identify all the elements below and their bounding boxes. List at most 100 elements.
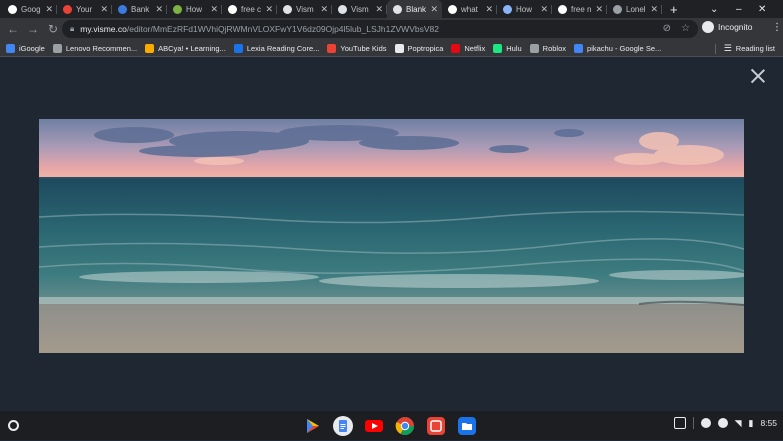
- abcya-icon: [145, 43, 155, 53]
- netflix-icon: [451, 43, 461, 53]
- visme-icon: [283, 4, 292, 14]
- google-icon: [558, 4, 567, 14]
- back-icon[interactable]: ←: [3, 22, 23, 36]
- browser-tab[interactable]: Vism ✕: [332, 0, 387, 18]
- reload-icon[interactable]: ↻: [43, 22, 63, 36]
- globe-icon: [613, 4, 622, 14]
- google-icon: [8, 4, 17, 14]
- bookmark-item[interactable]: pikachu - Google Se...: [574, 43, 662, 53]
- browser-tab[interactable]: free n ✕: [552, 0, 607, 18]
- close-tab-icon[interactable]: ✕: [430, 4, 438, 15]
- close-tab-icon[interactable]: ✕: [595, 4, 603, 15]
- browser-tab[interactable]: Goog ✕: [2, 0, 57, 18]
- chrome-icon[interactable]: [395, 416, 415, 436]
- divider: [692, 417, 694, 429]
- docs-icon[interactable]: [333, 416, 353, 436]
- close-tab-icon[interactable]: ✕: [210, 4, 218, 15]
- reading-list-button[interactable]: ☰ Reading list: [714, 40, 775, 57]
- wix-icon: [118, 4, 127, 14]
- pear-icon: [173, 4, 182, 14]
- bookmark-label: pikachu - Google Se...: [587, 43, 662, 53]
- new-tab-button[interactable]: +: [670, 2, 678, 17]
- close-tab-icon[interactable]: ✕: [45, 4, 53, 15]
- tab-title: Lonel: [626, 4, 646, 14]
- bookmarks-bar: iGoogle Lenovo Recommen... ABCya! • Learni…: [0, 40, 783, 57]
- tab-title: Bank: [131, 4, 150, 14]
- tab-title: How: [186, 4, 203, 14]
- browser-tab[interactable]: Lonel ✕: [607, 0, 662, 18]
- clipboard-icon[interactable]: [673, 417, 686, 429]
- reading-list-icon: ☰: [723, 43, 732, 53]
- bookmark-item[interactable]: iGoogle: [6, 43, 45, 53]
- bookmark-label: iGoogle: [19, 43, 45, 53]
- web-icon: [503, 4, 512, 14]
- bookmark-item[interactable]: Roblox: [529, 43, 566, 53]
- files-icon[interactable]: [457, 416, 477, 436]
- pinned-apps: [302, 416, 477, 436]
- browser-tab[interactable]: what ✕: [442, 0, 497, 18]
- battery-icon: ▮: [748, 417, 754, 428]
- close-tab-icon[interactable]: ✕: [540, 4, 548, 15]
- bookmark-label: Lexia Reading Core...: [246, 43, 320, 53]
- wifi-icon: ◥: [734, 417, 742, 428]
- bookmark-item[interactable]: Netflix: [451, 43, 485, 53]
- lock-icon[interactable]: 🔒︎: [70, 24, 74, 34]
- bookmark-item[interactable]: Poptropica: [394, 43, 443, 53]
- minimize-icon[interactable]: –: [736, 0, 742, 18]
- browser-tab[interactable]: Your ✕: [57, 0, 112, 18]
- bookmark-item[interactable]: Lenovo Recommen...: [52, 43, 138, 53]
- google-icon: [448, 4, 457, 14]
- bookmark-label: YouTube Kids: [340, 43, 387, 53]
- forward-icon[interactable]: →: [23, 22, 43, 36]
- tab-title: free c: [241, 4, 262, 14]
- tab-title: Vism: [351, 4, 369, 14]
- folder-icon: [52, 43, 62, 53]
- browser-tab[interactable]: free c ✕: [222, 0, 277, 18]
- tab-search-icon[interactable]: ⌄: [710, 0, 718, 18]
- close-window-icon[interactable]: ✕: [758, 0, 766, 18]
- close-tab-icon[interactable]: ✕: [650, 4, 658, 15]
- tab-title: Vism: [296, 4, 314, 14]
- bookmark-star-icon[interactable]: ☆: [681, 23, 690, 34]
- address-bar[interactable]: 🔒︎ my.visme.co/editor/MmEzRFd1WVhiQjRWMn…: [62, 20, 698, 38]
- bookmark-item[interactable]: YouTube Kids: [327, 43, 387, 53]
- bookmark-item[interactable]: Hulu: [493, 43, 522, 53]
- browser-tab[interactable]: Blank ✕: [387, 0, 442, 18]
- record-icon[interactable]: [700, 418, 711, 428]
- gmail-icon: [63, 4, 72, 14]
- play-store-icon[interactable]: [302, 416, 322, 436]
- close-preview-icon[interactable]: [750, 68, 766, 84]
- google-icon: [574, 43, 584, 53]
- browser-tab[interactable]: Vism ✕: [277, 0, 332, 18]
- browser-tab[interactable]: How ✕: [167, 0, 222, 18]
- tab-title: Blank: [406, 4, 427, 14]
- close-tab-icon[interactable]: ✕: [485, 4, 493, 15]
- tab-title: free n: [571, 4, 592, 14]
- close-tab-icon[interactable]: ✕: [100, 4, 108, 15]
- status-tray[interactable]: ◥ ▮ 8:55: [673, 417, 777, 429]
- browser-tab[interactable]: How ✕: [497, 0, 552, 18]
- close-tab-icon[interactable]: ✕: [375, 4, 383, 15]
- browser-tab[interactable]: Bank ✕: [112, 0, 167, 18]
- divider: [714, 43, 716, 54]
- incognito-indicator[interactable]: Incognito: [702, 21, 753, 33]
- tracking-blocked-icon[interactable]: ⊘: [663, 23, 671, 34]
- bookmark-item[interactable]: ABCya! • Learning...: [145, 43, 226, 53]
- close-tab-icon[interactable]: ✕: [155, 4, 163, 15]
- os-shelf: ◥ ▮ 8:55: [0, 411, 783, 440]
- launcher-icon[interactable]: [8, 420, 19, 431]
- youtube-icon[interactable]: [364, 416, 384, 436]
- tab-title: How: [516, 4, 533, 14]
- screencast-icon[interactable]: [426, 416, 446, 436]
- settings-circle-icon[interactable]: [717, 418, 728, 428]
- close-tab-icon[interactable]: ✕: [265, 4, 273, 15]
- bookmark-item[interactable]: Lexia Reading Core...: [233, 43, 320, 53]
- incognito-avatar-icon: [702, 21, 714, 33]
- beach-photo: [39, 119, 744, 353]
- bookmark-label: Lenovo Recommen...: [65, 43, 138, 53]
- menu-icon[interactable]: ⋮: [772, 22, 782, 33]
- visme-icon: [338, 4, 347, 14]
- tab-list: Goog ✕ Your ✕ Bank ✕ How ✕ free c ✕ Vism ✕ Vism ✕ Blan…: [0, 0, 662, 18]
- bookmark-label: Hulu: [506, 43, 522, 53]
- close-tab-icon[interactable]: ✕: [320, 4, 328, 15]
